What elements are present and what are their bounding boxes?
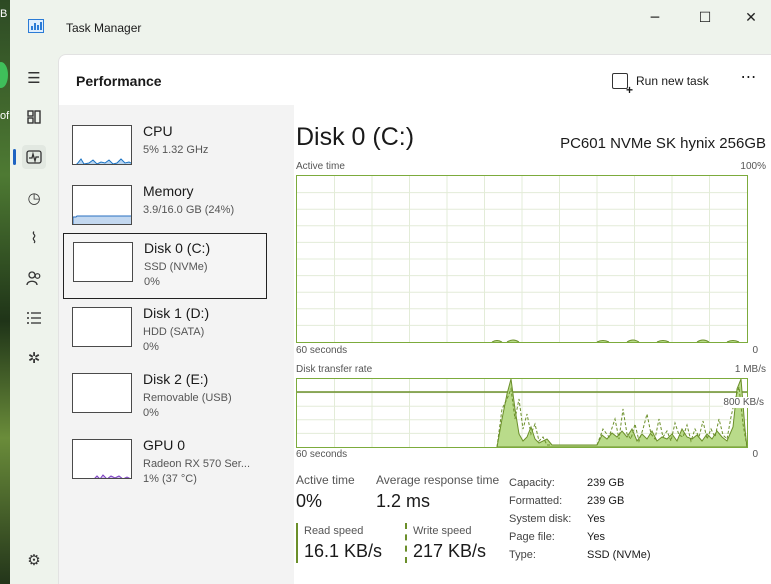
hamburger-icon[interactable]: ☰ [22,66,46,90]
active-time-stat-label: Active time [296,473,355,487]
read-speed-indicator [296,523,298,563]
device-item-disk-2[interactable]: Disk 2 (E:) Removable (USB) 0% [63,365,267,431]
device-name: Disk 2 (E:) [143,371,209,387]
selection-indicator [13,149,16,165]
disk-title: Disk 0 (C:) [296,123,415,151]
device-usage: 0% [143,407,159,419]
read-speed-label: Read speed [304,525,364,537]
active-time-graph [296,175,748,343]
avg-response-label: Average response time [376,473,500,487]
device-model: Radeon RX 570 Ser... [143,458,251,470]
desktop-text: B [0,8,8,20]
page-title: Performance [76,73,162,89]
desktop-text: of [0,110,10,122]
active-time-graph-max: 100% [740,161,766,172]
cpu-thumbnail-graph [72,125,132,165]
transfer-rate-graph-xlabel: 60 seconds [296,449,348,460]
property-value: Yes [587,513,605,525]
title-bar[interactable]: Task Manager ─ ☐ ✕ [10,0,771,58]
device-item-cpu[interactable]: CPU 5% 1.32 GHz [63,117,267,183]
transfer-rate-graph-label: Disk transfer rate [296,364,373,375]
transfer-rate-mark: 800 KB/s [723,397,764,408]
settings-icon[interactable]: ⚙ [22,548,46,572]
property-key: Capacity: [509,477,555,489]
run-new-task-button[interactable]: Run new task [612,71,709,96]
write-speed-value: 217 KB/s [413,541,487,561]
device-usage: 1% (37 °C) [143,473,197,485]
read-speed-value: 16.1 KB/s [304,541,383,561]
app-history-icon[interactable]: ◷ [22,186,46,210]
device-type: SSD (NVMe) [144,261,208,273]
property-key: Formatted: [509,495,563,507]
startup-apps-icon[interactable]: ⌇ [22,226,46,250]
disk-detail-panel: Disk 0 (C:) PC601 NVMe SK hynix 256GB Ac… [294,105,771,584]
property-key: Type: [509,549,536,561]
desktop-background: B of [0,0,10,584]
write-speed-indicator [405,523,407,563]
property-key: System disk: [509,513,572,525]
run-new-task-label: Run new task [636,74,709,88]
memory-thumbnail-graph [72,185,132,225]
device-status: 3.9/16.0 GB (24%) [143,204,235,216]
device-status: 5% 1.32 GHz [143,144,209,156]
performance-icon[interactable] [22,145,46,169]
device-usage: 0% [144,276,160,288]
device-usage: 0% [143,341,159,353]
more-options-button[interactable]: ⋯ [737,67,761,86]
users-icon[interactable] [22,266,46,290]
task-manager-icon [28,19,44,33]
performance-page: Performance Run new task ⋯ CPU 5% 1.32 G… [58,54,771,584]
disk-1-thumbnail-graph [72,307,132,347]
device-name: CPU [143,123,173,139]
window-title: Task Manager [66,21,142,35]
gpu-thumbnail-graph [72,439,132,479]
property-value: SSD (NVMe) [587,549,651,561]
disk-model: PC601 NVMe SK hynix 256GB [560,135,766,152]
run-new-task-icon [612,73,633,96]
active-time-graph-xlabel: 60 seconds [296,345,348,356]
close-button[interactable]: ✕ [736,8,766,28]
active-time-stat-value: 0% [296,491,323,511]
transfer-rate-graph-max: 1 MB/s [734,364,766,375]
device-item-disk-0[interactable]: Disk 0 (C:) SSD (NVMe) 0% [63,233,267,299]
property-value: 239 GB [587,495,625,507]
device-item-gpu-0[interactable]: GPU 0 Radeon RX 570 Ser... 1% (37 °C) [63,431,267,497]
write-speed-label: Write speed [413,525,472,537]
disk-0-thumbnail-graph [73,242,133,282]
details-icon[interactable] [22,306,46,330]
minimize-button[interactable]: ─ [640,8,670,28]
maximize-button[interactable]: ☐ [690,8,720,28]
transfer-rate-graph-xmin: 0 [752,449,758,460]
disk-2-thumbnail-graph [72,373,132,413]
property-value: Yes [587,531,605,543]
desktop-icon [0,62,8,88]
device-name: GPU 0 [143,437,186,453]
active-time-graph-label: Active time [296,161,345,172]
services-icon[interactable]: ✲ [22,346,46,370]
property-key: Page file: [509,531,555,543]
active-time-graph-xmin: 0 [752,345,758,356]
avg-response-value: 1.2 ms [376,491,431,511]
property-value: 239 GB [587,477,625,489]
device-name: Disk 0 (C:) [144,240,211,256]
device-name: Disk 1 (D:) [143,305,210,321]
task-manager-window: Task Manager ─ ☐ ✕ ☰ ◷ ⌇ ✲ ⚙ Performance… [10,0,771,584]
processes-icon[interactable] [22,105,46,129]
device-name: Memory [143,183,194,199]
device-item-disk-1[interactable]: Disk 1 (D:) HDD (SATA) 0% [63,299,267,365]
device-list: CPU 5% 1.32 GHz Memory 3.9/16.0 GB (24%)… [59,105,294,584]
device-type: Removable (USB) [143,392,232,404]
navigation-rail: ☰ ◷ ⌇ ✲ ⚙ [10,58,58,584]
device-type: HDD (SATA) [143,326,205,338]
transfer-rate-graph [296,378,748,448]
